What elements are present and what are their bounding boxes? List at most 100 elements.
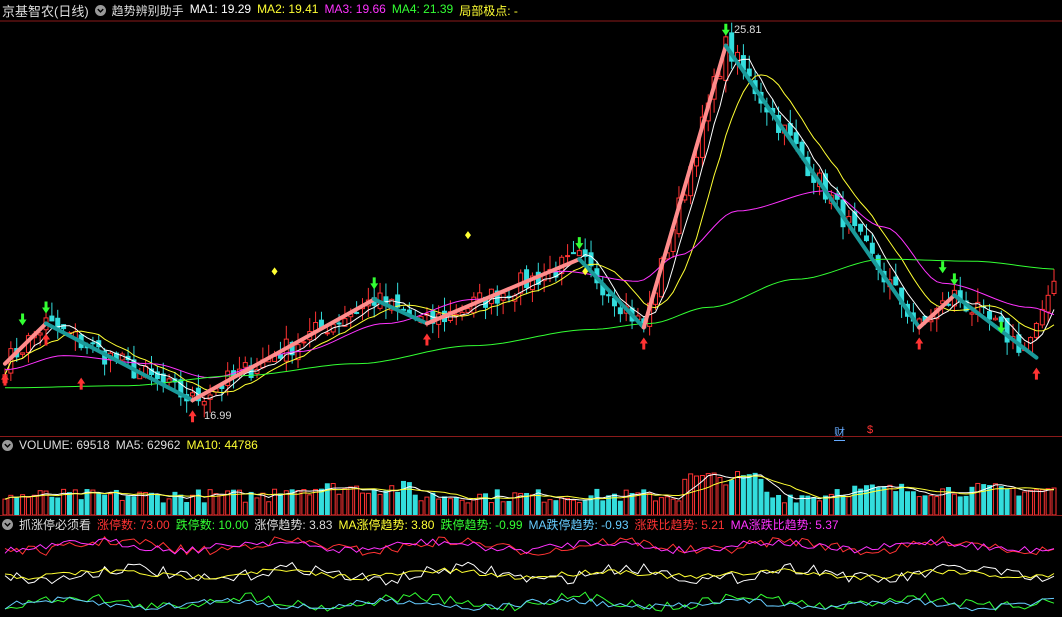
volume-bar bbox=[277, 493, 283, 515]
chevron-down-icon[interactable] bbox=[94, 4, 106, 16]
buy-arrow-icon bbox=[42, 333, 51, 346]
volume-bar bbox=[670, 498, 676, 515]
sell-arrow-icon bbox=[575, 237, 584, 250]
volume-panel[interactable]: VOLUME: 69518 MA5: 62962 MA10: 44786 bbox=[0, 437, 1062, 515]
volume-bar bbox=[811, 497, 817, 515]
volume-bar bbox=[354, 485, 360, 515]
volume-bar bbox=[875, 487, 881, 515]
candle bbox=[969, 310, 975, 326]
volume-bar bbox=[928, 495, 934, 515]
legend-item: 涨跌比趋势: 5.21 bbox=[634, 517, 725, 532]
volume-bar bbox=[553, 500, 559, 515]
legend-item: MA5: 62962 bbox=[115, 438, 181, 452]
candle bbox=[570, 240, 576, 255]
volume-bar bbox=[459, 499, 465, 515]
volume-bar bbox=[594, 488, 600, 515]
volume-bar bbox=[113, 489, 119, 515]
volume-bar bbox=[893, 491, 899, 515]
volume-bar bbox=[494, 489, 500, 515]
ma1-line bbox=[4, 58, 1055, 400]
volume-bar bbox=[324, 483, 330, 515]
volume-bar bbox=[500, 501, 506, 515]
candle-body bbox=[190, 392, 196, 397]
volume-bar bbox=[31, 494, 37, 515]
dollar-tag[interactable]: $ bbox=[867, 424, 873, 436]
candle-body bbox=[61, 324, 67, 330]
volume-bar bbox=[858, 488, 864, 515]
volume-bar bbox=[735, 471, 741, 515]
volume-bar bbox=[107, 493, 113, 515]
legend-item: MA2: 19.41 bbox=[257, 1, 319, 16]
sell-arrow-icon bbox=[370, 277, 379, 290]
candle bbox=[359, 298, 365, 321]
volume-bar bbox=[764, 491, 770, 515]
volume-bar bbox=[834, 489, 840, 515]
legend-item: MA涨停趋势: 3.80 bbox=[338, 517, 435, 532]
volume-bar bbox=[998, 486, 1004, 515]
chevron-down-icon[interactable] bbox=[2, 518, 13, 530]
limit-indicator-name: 抓涨停必须看 bbox=[19, 517, 92, 532]
volume-bar bbox=[506, 500, 512, 515]
volume-bar bbox=[565, 497, 571, 515]
trend-segment bbox=[641, 43, 728, 330]
low-label: 16.99 bbox=[204, 410, 232, 422]
volume-bar bbox=[1039, 489, 1045, 515]
candle bbox=[453, 304, 459, 326]
volume-bar bbox=[471, 499, 477, 515]
high-label: 25.81 bbox=[734, 24, 762, 36]
volume-bar bbox=[318, 488, 324, 515]
candle bbox=[1039, 300, 1045, 329]
volume-bar bbox=[342, 488, 348, 515]
sell-arrow-icon bbox=[721, 23, 730, 36]
volume-bar bbox=[1033, 489, 1039, 515]
limit-down-trend-line bbox=[4, 591, 1055, 612]
candle bbox=[107, 351, 113, 373]
volume-bar bbox=[951, 493, 957, 515]
legend-item: 局部极点: - bbox=[459, 3, 518, 18]
volume-bar bbox=[377, 493, 383, 515]
volume-bar bbox=[1045, 488, 1051, 515]
candle-body bbox=[1051, 280, 1057, 295]
volume-bar bbox=[570, 499, 576, 515]
candle bbox=[869, 233, 875, 257]
volume-bar bbox=[125, 495, 131, 515]
volume-bar bbox=[383, 490, 389, 515]
volume-bar bbox=[365, 492, 371, 515]
candle-body bbox=[893, 276, 899, 286]
volume-bar bbox=[371, 488, 377, 515]
candle-body bbox=[606, 294, 612, 297]
candle-body bbox=[576, 250, 582, 257]
chevron-down-icon[interactable] bbox=[2, 439, 13, 451]
volume-bar bbox=[195, 489, 201, 515]
trend-segment bbox=[952, 293, 1039, 360]
volume-bar bbox=[418, 500, 424, 515]
price-chart bbox=[0, 20, 1062, 423]
volume-bar bbox=[336, 493, 342, 515]
price-panel[interactable]: 京基智农(日线) 趋势辨别助手 MA1: 19.29 MA2: 19.41 MA3:… bbox=[0, 0, 1062, 441]
candle-body bbox=[617, 307, 623, 315]
sell-arrow-icon bbox=[18, 313, 27, 326]
candle bbox=[61, 324, 67, 331]
candle bbox=[992, 315, 998, 321]
candle bbox=[1045, 285, 1051, 323]
candle-body bbox=[969, 312, 975, 315]
indicator-name: 趋势辨别助手 bbox=[111, 3, 184, 18]
volume-bar bbox=[647, 492, 653, 515]
limit-panel[interactable]: 抓涨停必须看 涨停数: 73.00 跌停数: 10.00 涨停趋势: 3.83 MA涨… bbox=[0, 516, 1062, 617]
volume-bar bbox=[664, 496, 670, 515]
volume-bar bbox=[822, 495, 828, 515]
volume-bar bbox=[412, 494, 418, 515]
volume-bar bbox=[102, 494, 108, 515]
volume-bar bbox=[652, 500, 658, 515]
trend-segment bbox=[44, 321, 195, 403]
volume-bar bbox=[740, 475, 746, 515]
volume-bar bbox=[1004, 488, 1010, 515]
buy-arrow-icon bbox=[639, 337, 648, 350]
volume-bar bbox=[2, 498, 8, 515]
ma-limit-up-trend-line bbox=[4, 567, 1055, 581]
candle bbox=[436, 305, 442, 338]
candle-body bbox=[723, 36, 729, 81]
volume-bar bbox=[160, 502, 166, 515]
volume-bar bbox=[453, 497, 459, 515]
volume-bar bbox=[49, 496, 55, 515]
